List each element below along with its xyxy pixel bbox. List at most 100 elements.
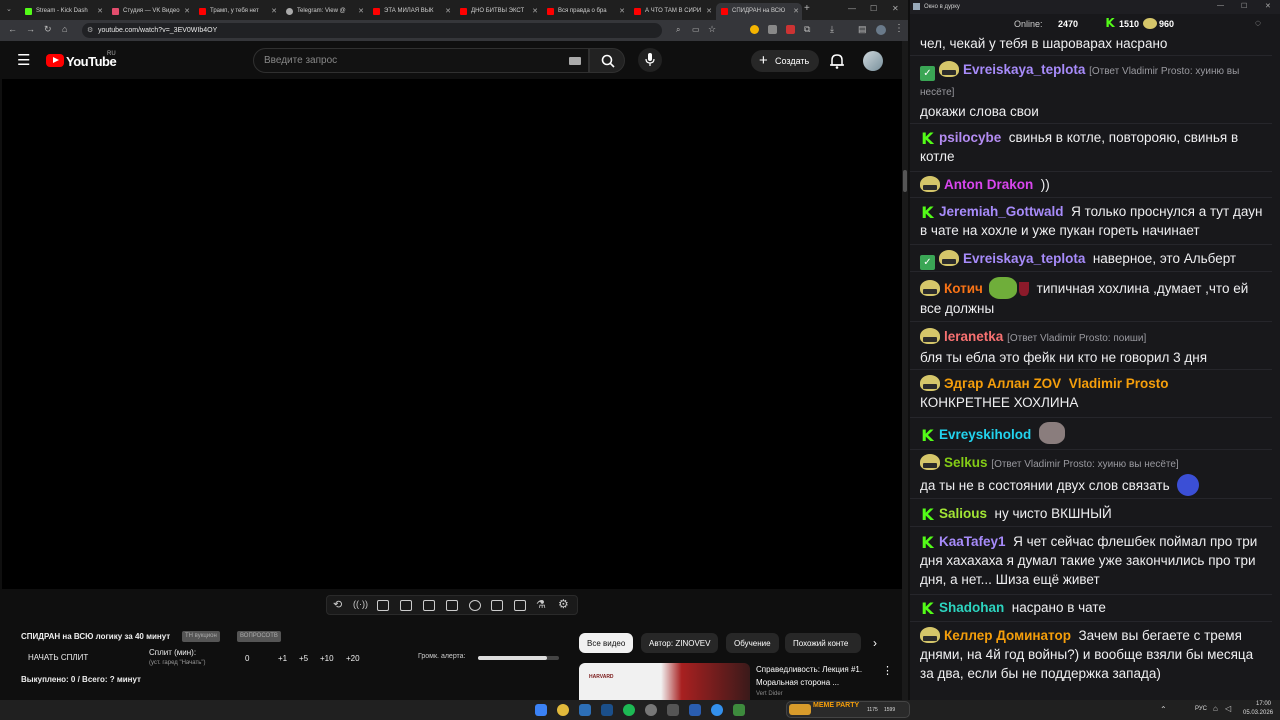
related-video-channel[interactable]: Vert Dider [756, 691, 783, 697]
url-field[interactable]: ⚙ youtube.com/watch?v=_3EV0WIb4OY ⌕ ▭ ☆ [82, 23, 716, 38]
related-video-subtitle[interactable]: Моральная сторона ... [756, 678, 839, 687]
scrollbar-thumb[interactable] [903, 170, 907, 192]
close-icon[interactable]: ✕ [184, 7, 190, 15]
telegram-icon[interactable] [711, 704, 723, 716]
extension-icon[interactable] [768, 25, 777, 34]
network-icon[interactable]: ⌂ [1213, 704, 1218, 713]
hamburger-menu-icon[interactable]: ☰ [17, 51, 30, 69]
speedrun-pill[interactable]: TH вукцион [182, 631, 220, 642]
settings-gear-icon[interactable]: ⚙ [558, 597, 569, 611]
chat-username[interactable]: psilocybe [939, 130, 1001, 145]
start-split-button[interactable]: НАЧАТЬ СПЛИТ [28, 653, 88, 662]
tab-youtube-4[interactable]: Вся правда о бра ✕ [542, 3, 628, 20]
more-options-icon[interactable]: ⋮ [882, 664, 893, 677]
voice-search-button[interactable] [638, 48, 662, 72]
site-info-icon[interactable]: ⚙ [87, 26, 93, 34]
screenshot-icon[interactable] [377, 600, 389, 611]
chat-username[interactable]: Evreyskiholod [939, 427, 1031, 442]
spotify-icon[interactable] [623, 704, 635, 716]
chat-username[interactable]: Anton Drakon [944, 177, 1033, 192]
add-5-button[interactable]: +5 [299, 654, 308, 663]
related-video-thumbnail[interactable]: HARVARD [579, 663, 750, 700]
clock-time[interactable]: 17:00 [1256, 701, 1271, 707]
new-tab-icon[interactable]: + [804, 3, 810, 14]
tab-telegram[interactable]: Telegram: View @ ✕ [281, 3, 367, 20]
tab-kick[interactable]: Stream - Kick Dash ✕ [20, 3, 106, 20]
chevron-right-icon[interactable]: › [873, 636, 877, 650]
chat-username[interactable]: leranetka [944, 329, 1003, 344]
obs-icon[interactable] [645, 704, 657, 716]
sidebar-icon[interactable]: ▤ [858, 24, 867, 35]
maximize-icon[interactable]: ☐ [870, 4, 877, 13]
language-indicator[interactable]: РУС [1195, 706, 1207, 712]
youtube-logo-icon[interactable] [46, 54, 64, 67]
chat-username[interactable]: KaaTafey1 [939, 534, 1006, 549]
chat-username[interactable]: Evreiskaya_teplota [963, 62, 1085, 77]
subtitles-icon[interactable] [446, 600, 458, 611]
chip-education[interactable]: Обучение [726, 633, 779, 653]
extension-icon[interactable] [750, 25, 759, 34]
chat-username[interactable]: Salious [939, 506, 987, 521]
close-icon[interactable]: ✕ [445, 7, 451, 15]
zoom-icon[interactable]: ⌕ [676, 25, 680, 35]
add-20-button[interactable]: +20 [346, 654, 360, 663]
tab-youtube-active[interactable]: СПИДРАН на ВСЮ ✕ [716, 3, 802, 20]
minimize-icon[interactable]: — [848, 4, 856, 13]
window-close-icon[interactable]: ✕ [892, 4, 899, 13]
search-input[interactable]: Введите запрос [253, 48, 589, 73]
loop-icon[interactable]: ⟲ [333, 598, 342, 611]
chip-all-videos[interactable]: Все видео [579, 633, 634, 653]
close-icon[interactable]: ✕ [97, 7, 103, 15]
add-10-button[interactable]: +10 [320, 654, 334, 663]
related-video-title[interactable]: Справедливость: Лекция #1. [756, 665, 862, 674]
cast-icon[interactable]: ▭ [692, 25, 700, 34]
create-button[interactable]: + Создать [751, 50, 819, 72]
explorer-icon[interactable] [579, 704, 591, 716]
flask-icon[interactable]: ⚗ [536, 598, 546, 611]
tab-menu-icon[interactable]: ⌄ [6, 5, 12, 13]
audio-wave-icon[interactable]: ((·)) [353, 599, 368, 609]
tab-youtube-3[interactable]: ДНО БИТВЫ ЭКСТ ✕ [455, 3, 541, 20]
speed-icon[interactable] [469, 600, 481, 611]
chat-username[interactable]: Selkus [944, 455, 988, 470]
split-value[interactable]: 0 [245, 654, 249, 663]
camera-icon[interactable] [514, 600, 526, 611]
page-scrollbar[interactable] [902, 41, 908, 700]
clock-date[interactable]: 05.03.2026 [1243, 710, 1273, 716]
notifications-bell-icon[interactable] [830, 53, 844, 69]
media-player-icon[interactable] [689, 704, 701, 716]
close-icon[interactable]: ✕ [358, 7, 364, 15]
clapperboard-icon[interactable] [400, 600, 412, 611]
alert-volume-slider[interactable] [478, 656, 559, 660]
search-button[interactable] [589, 48, 625, 73]
chat-username[interactable]: Келлер Доминатор [944, 628, 1071, 643]
close-icon[interactable]: ✕ [619, 7, 625, 15]
picture-in-picture-icon[interactable] [423, 600, 435, 611]
start-menu-icon[interactable] [535, 704, 547, 716]
meme-party-widget[interactable]: MEME PARTY 1175 1599 [786, 701, 910, 718]
mention[interactable]: Vladimir Prosto [1069, 376, 1169, 391]
video-player[interactable] [2, 79, 903, 589]
close-icon[interactable]: ✕ [706, 7, 712, 15]
reload-icon[interactable]: ↻ [44, 24, 52, 35]
chat-username[interactable]: Эдгар Аллан ZOV [944, 376, 1061, 391]
close-icon[interactable]: ✕ [1265, 2, 1271, 10]
browser-menu-icon[interactable]: ⋮ [894, 23, 904, 34]
chat-username[interactable]: Evreiskaya_teplota [963, 251, 1085, 266]
app-icon[interactable] [733, 704, 745, 716]
speedrun-pill[interactable]: ВОПРОСОТВ [237, 631, 281, 642]
keyboard-icon[interactable] [569, 57, 581, 65]
forward-icon[interactable]: → [26, 24, 35, 34]
app-icon[interactable] [667, 704, 679, 716]
add-clip-icon[interactable] [491, 600, 503, 611]
home-icon[interactable]: ⌂ [62, 24, 67, 34]
close-icon[interactable]: ✕ [793, 7, 799, 15]
steam-icon[interactable] [601, 704, 613, 716]
volume-icon[interactable]: ◁ [1225, 704, 1231, 713]
add-1-button[interactable]: +1 [278, 654, 287, 663]
chat-settings-icon[interactable]: ◌ [1255, 18, 1261, 29]
chat-message-list[interactable]: чел, чекай у тебя в шароварах насрано ✓ E… [910, 35, 1280, 700]
chrome-icon[interactable] [557, 704, 569, 716]
extensions-puzzle-icon[interactable]: ⧉ [804, 24, 810, 35]
account-avatar[interactable] [863, 51, 883, 71]
